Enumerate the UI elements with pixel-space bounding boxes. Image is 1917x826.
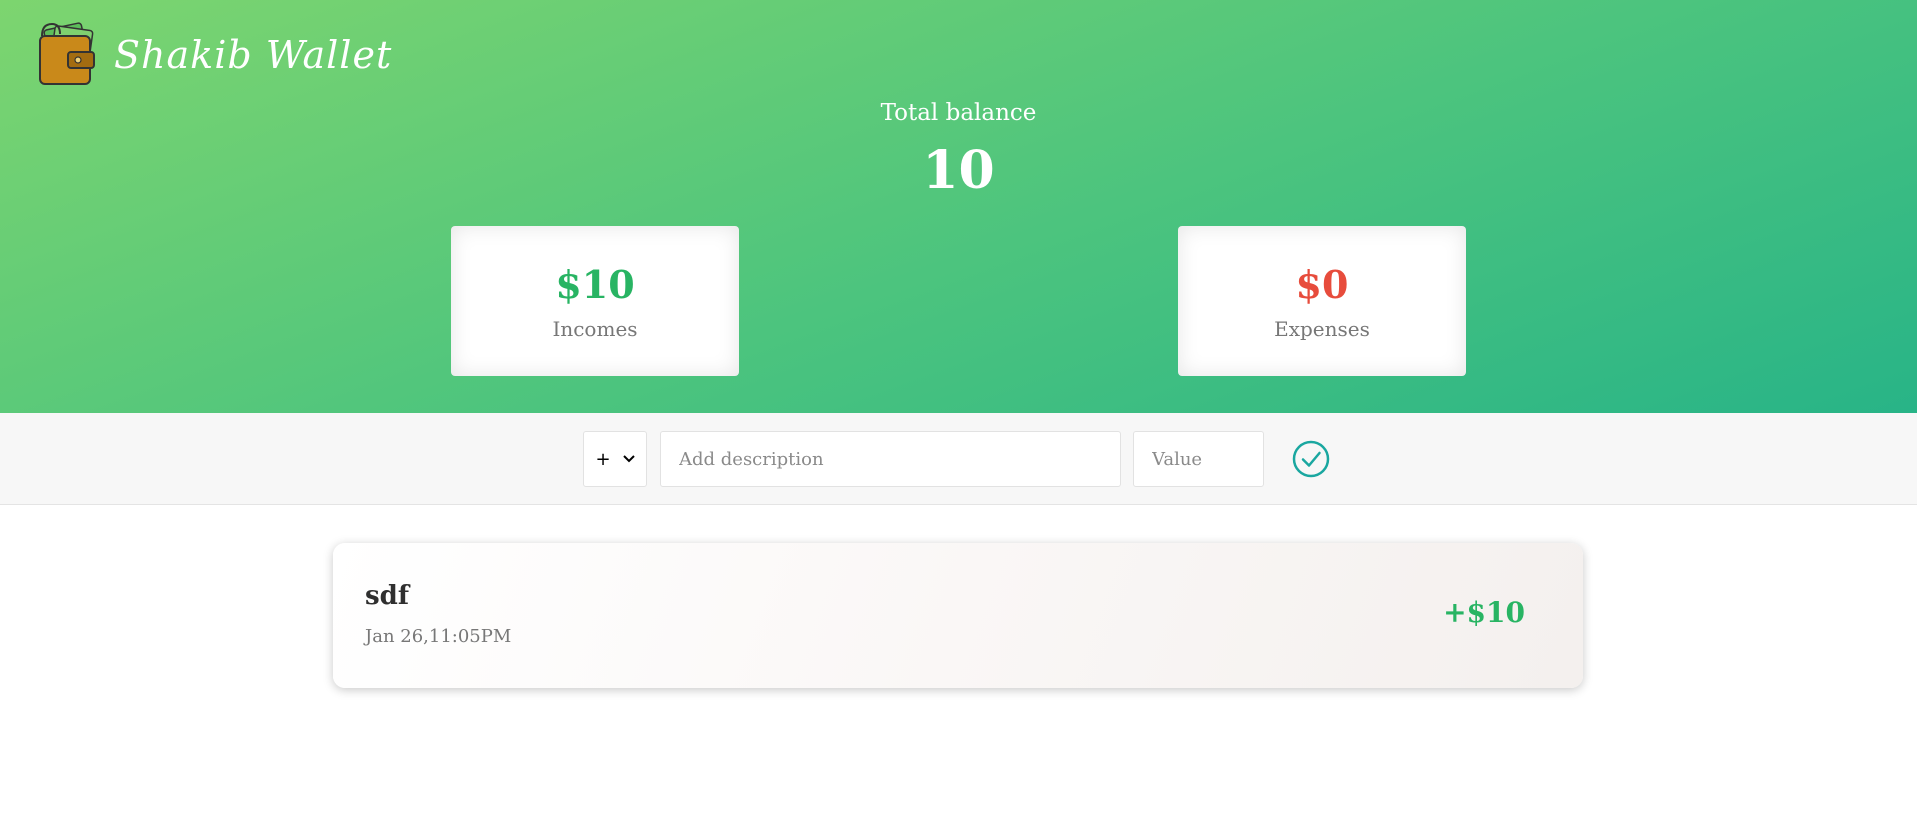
app-name: Shakib Wallet (114, 33, 393, 77)
brand[interactable]: Shakib Wallet (38, 20, 392, 90)
expense-amount: $0 (1295, 262, 1349, 307)
income-card: $10 Incomes (451, 226, 739, 376)
expense-card: $0 Expenses (1178, 226, 1466, 376)
transaction-list: sdf Jan 26,11:05PM +$10 (333, 543, 1583, 688)
wallet-icon (38, 22, 96, 88)
value-input[interactable] (1133, 431, 1264, 487)
transaction-description: sdf (365, 581, 410, 611)
type-select[interactable]: + (583, 431, 647, 487)
income-amount: $10 (555, 262, 635, 307)
income-label: Incomes (552, 317, 638, 341)
expense-label: Expenses (1274, 317, 1370, 341)
type-select-value: + (595, 448, 611, 470)
add-transaction-bar: + (0, 413, 1917, 505)
transaction-item[interactable]: sdf Jan 26,11:05PM +$10 (333, 543, 1583, 688)
description-input[interactable] (660, 431, 1121, 487)
check-circle-icon (1291, 439, 1331, 479)
submit-button[interactable] (1291, 439, 1331, 479)
chevron-down-icon (622, 455, 635, 463)
transaction-amount: +$10 (1443, 596, 1525, 629)
header-banner: Shakib Wallet Total balance 10 $10 Incom… (0, 0, 1917, 413)
total-balance-label: Total balance (880, 100, 1037, 126)
transaction-date: Jan 26,11:05PM (365, 626, 512, 647)
total-balance-value: 10 (922, 140, 995, 201)
